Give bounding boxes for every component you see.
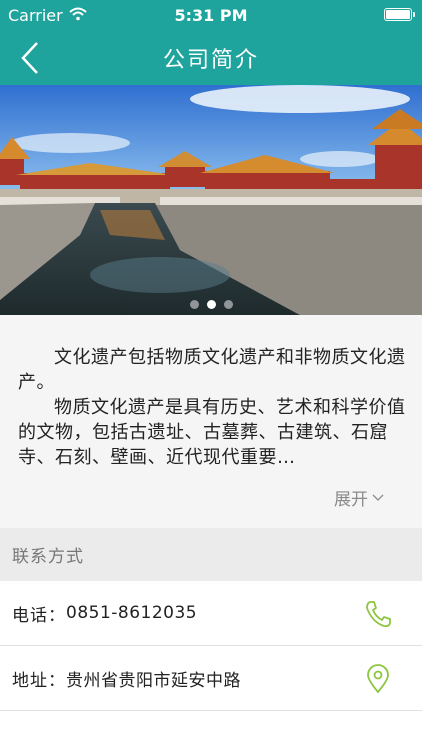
phone-row[interactable]: 电话： 0851-8612035 bbox=[0, 581, 422, 646]
nav-bar: 公司简介 bbox=[0, 30, 422, 85]
section-title: 联系方式 bbox=[12, 547, 84, 567]
banner-carousel[interactable] bbox=[0, 85, 422, 315]
chevron-left-icon bbox=[21, 42, 38, 74]
status-bar: Carrier 5:31 PM bbox=[0, 0, 422, 30]
carousel-dot-active[interactable] bbox=[206, 300, 216, 309]
expand-label: 展开 bbox=[334, 490, 368, 510]
address-value: 贵州省贵阳市延安中路 bbox=[66, 670, 241, 691]
address-row[interactable]: 地址： 贵州省贵阳市延安中路 bbox=[0, 646, 422, 711]
expand-button[interactable]: 展开 bbox=[334, 485, 384, 510]
banner-image bbox=[0, 85, 422, 315]
address-label: 地址： bbox=[12, 670, 66, 691]
phone-icon[interactable] bbox=[364, 599, 392, 629]
chevron-down-icon bbox=[372, 494, 384, 501]
status-time: 5:31 PM bbox=[174, 5, 248, 25]
intro-paragraph-1: 文化遗产包括物质文化遗产和非物质文化遗产。 bbox=[18, 347, 406, 393]
intro-paragraph-2: 物质文化遗产是具有历史、艺术和科学价值的文物，包括古遗址、古墓葬、古建筑、石窟寺… bbox=[18, 397, 406, 468]
carousel-dot[interactable] bbox=[223, 300, 233, 309]
page-title: 公司简介 bbox=[162, 47, 259, 73]
empty-list-area bbox=[0, 711, 422, 750]
phone-label: 电话： bbox=[12, 605, 66, 626]
back-button[interactable] bbox=[12, 38, 48, 78]
carousel-dot[interactable] bbox=[189, 300, 199, 309]
battery-icon bbox=[384, 8, 415, 21]
carousel-dots bbox=[0, 300, 422, 309]
contact-section-header: 联系方式 bbox=[0, 528, 422, 581]
location-pin-icon[interactable] bbox=[364, 664, 392, 694]
phone-value: 0851-8612035 bbox=[66, 603, 198, 623]
intro-section: 文化遗产包括物质文化遗产和非物质文化遗产。 物质文化遗产是具有历史、艺术和科学价… bbox=[0, 315, 422, 528]
